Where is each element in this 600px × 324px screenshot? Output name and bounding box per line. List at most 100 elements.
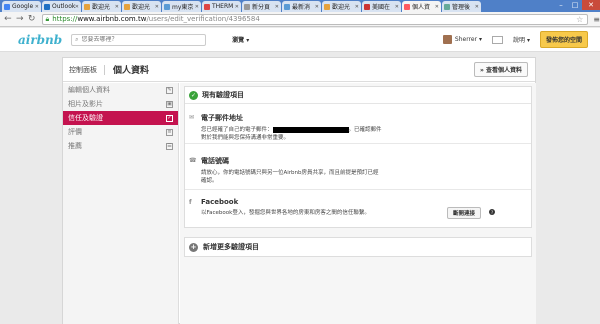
favicon-icon [164,3,170,10]
breadcrumb[interactable]: 控制面板 [69,64,105,75]
search-input[interactable] [81,36,202,43]
forward-icon[interactable]: → [15,14,25,24]
redacted-email [272,126,349,133]
facebook-icon: f [189,199,192,206]
sidebar-item-label: 推薦 [68,142,82,150]
sidebar: 編輯個人資料 ✎ 相片及影片 ▣ 信任及驗證 ✓ 評價 ≡ 推薦 ☰ [63,83,179,324]
page-title: 個人資料 [113,66,150,76]
disconnect-button[interactable]: 斷開連接 [446,207,481,219]
close-tab-icon[interactable]: ✕ [195,4,199,10]
sidebar-item[interactable]: 推薦 ☰ [63,139,178,153]
sidebar-item[interactable]: 編輯個人資料 ✎ [63,83,178,97]
close-tab-icon[interactable]: ✕ [235,4,239,10]
favicon-icon [84,3,90,10]
sidebar-item-icon: ✓ [166,114,173,122]
tab-title: 歡迎光 [92,4,111,11]
browser-tab[interactable]: 最新消 ✕ [282,1,321,12]
list-space-button[interactable]: 發佈您的空間 [539,31,588,48]
favicon-icon [44,3,50,10]
favicon-icon [364,3,370,10]
browser-tab[interactable]: 歡迎光 ✕ [122,1,161,12]
bookmark-star-icon[interactable]: ☆ [576,15,583,24]
browser-tab[interactable]: 美國在 ✕ [362,1,401,12]
close-tab-icon[interactable]: ✕ [115,4,119,10]
browser-tab[interactable]: 歡迎光 ✕ [322,1,361,12]
username-menu[interactable]: Sherrer ▾ [455,36,482,43]
close-tab-icon[interactable]: ✕ [355,4,359,10]
tab-title: my東京 [172,4,194,11]
sidebar-item-icon: ☰ [166,142,173,150]
airbnb-logo[interactable]: airbnb [18,33,62,47]
content-card: 控制面板 個人資料 » 查看個人資料 編輯個人資料 ✎ 相片及影片 ▣ 信任及驗證 ✓ 評價… [62,57,536,324]
sidebar-item-icon: ▣ [166,100,173,108]
favicon-icon [244,3,250,10]
browser-tab[interactable]: Google ✕ [2,1,41,12]
site-header: airbnb ⌕ 瀏覽 ▾ Sherrer ▾ 說明 ▾ 發佈您的空間 [0,28,600,52]
username-label: Sherrer [454,36,478,43]
minimize-button[interactable]: – [554,0,568,10]
address-bar[interactable]: 🔒︎ https:// www.airbnb.com.tw /users/edi… [41,13,589,25]
favicon-icon [4,3,10,10]
phone-text-line1: 請放心，你的電話號碼只與另一位Airbnb房員共享，而且前提是預訂已經 [201,170,379,176]
email-title: 電子郵件地址 [201,114,243,122]
facebook-title: Facebook [201,198,239,206]
tab-title: 美國在 [372,4,391,11]
mail-icon[interactable] [492,35,504,44]
chevron-down-icon: ▾ [246,37,250,44]
view-profile-button[interactable]: » 查看個人資料 [474,62,528,77]
maximize-button[interactable]: □ [568,0,582,10]
add-verifications-label: 新增更多驗證項目 [203,243,259,251]
close-tab-icon[interactable]: ✕ [275,4,279,10]
view-profile-label: 查看個人資料 [485,67,522,74]
browser-toolbar: ← → ↻ 🔒︎ https:// www.airbnb.com.tw /use… [0,12,600,27]
browser-tab[interactable]: 歡迎光 ✕ [82,1,121,12]
close-tab-icon[interactable]: ✕ [395,4,399,10]
close-window-button[interactable]: ✕ [582,0,600,10]
chevron-down-icon: ▾ [479,36,483,43]
panel-heading: ✓ 現有驗證項目 [185,87,531,104]
browser-tab[interactable]: THERM ✕ [202,1,241,12]
back-icon[interactable]: ← [3,14,13,24]
sidebar-item[interactable]: 相片及影片 ▣ [63,97,178,111]
browser-tab[interactable]: my東京 ✕ [162,1,201,12]
close-tab-icon[interactable]: ✕ [75,4,79,10]
panel-title: 現有驗證項目 [202,91,244,99]
tab-title: 最新消 [292,4,311,11]
close-tab-icon[interactable]: ✕ [315,4,319,10]
tab-title: 個人資 [412,4,431,11]
favicon-icon [124,3,130,10]
browser-tab[interactable]: Outlook ✕ [42,1,81,12]
browser-tab[interactable]: 新分頁 ✕ [242,1,281,12]
browse-menu[interactable]: 瀏覽 ▾ [232,35,249,44]
sidebar-item[interactable]: 信任及驗證 ✓ [63,111,178,125]
url-path: /users/edit_verification/4396584 [146,15,260,23]
email-section: ✉ 電子郵件地址 您已經確了自己的電子郵件： 。已確認郵件 對於我們能與您保持溝通… [185,104,531,144]
phone-text-line2: 確認。 [201,178,218,184]
lock-icon: 🔒︎ [45,14,50,23]
reload-icon[interactable]: ↻ [27,14,37,24]
check-icon: ✓ [189,90,198,100]
browser-tab[interactable]: 個人資 ✕ [402,1,441,12]
help-menu[interactable]: 說明 ▾ [513,35,530,44]
close-tab-icon[interactable]: ✕ [155,4,159,10]
mail-icon: ✉ [189,114,195,121]
sidebar-item-icon: ✎ [166,86,173,94]
browser-tab[interactable]: 管理後 ✕ [442,1,481,12]
tab-title: 歡迎光 [332,4,351,11]
search-box[interactable]: ⌕ [71,33,207,46]
browser-menu-icon[interactable]: ≡ [593,15,600,24]
browse-label: 瀏覽 [232,37,245,44]
help-question-icon[interactable]: ? [489,209,495,215]
email-text: 您已經確了自己的電子郵件： 。已確認郵件 [195,126,523,134]
favicon-icon [404,3,410,10]
add-verifications-panel[interactable]: + 新增更多驗證項目 [184,237,532,257]
close-tab-icon[interactable]: ✕ [435,4,439,10]
current-verifications-panel: ✓ 現有驗證項目 ✉ 電子郵件地址 您已經確了自己的電子郵件： 。已確認郵件 對於… [184,86,532,228]
sidebar-item[interactable]: 評價 ≡ [63,125,178,139]
close-tab-icon[interactable]: ✕ [475,4,479,10]
tab-title: 歡迎光 [132,4,151,11]
favicon-icon [444,3,450,10]
close-tab-icon[interactable]: ✕ [35,4,39,10]
email-text-line2: 對於我們能與您保持溝通非常重要。 [201,135,290,141]
avatar[interactable] [442,35,452,44]
